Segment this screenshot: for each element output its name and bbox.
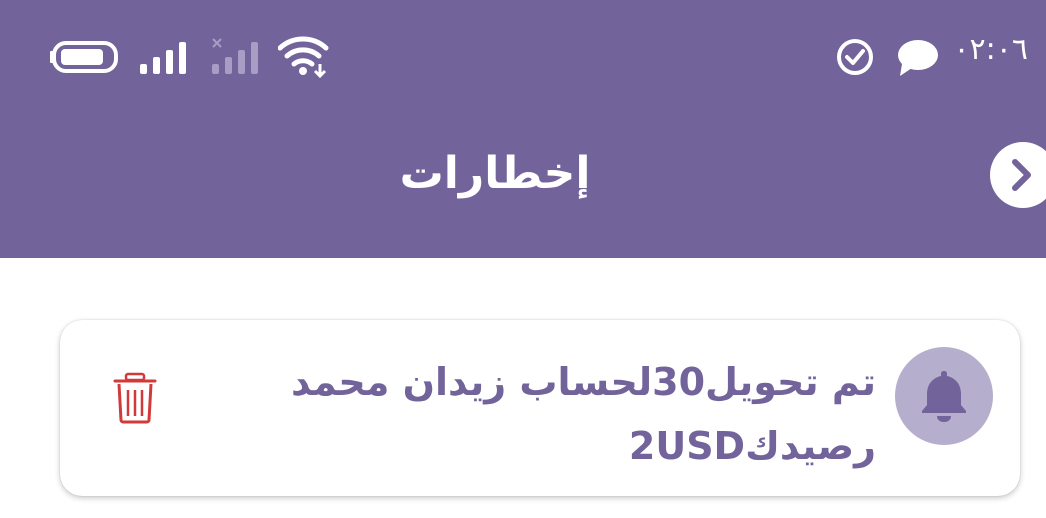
delete-button[interactable]	[112, 372, 158, 424]
notification-message: تم تحويل30لحساب زيدان محمد رصيدك2USD	[291, 360, 876, 468]
notification-avatar	[895, 347, 993, 445]
chat-bubble-icon	[896, 38, 940, 82]
chevron-right-icon	[1012, 159, 1031, 191]
signal-icon	[140, 40, 188, 78]
bell-icon	[922, 371, 966, 422]
status-time: ٠٢:٠٦	[953, 32, 1028, 67]
wifi-icon	[277, 36, 330, 82]
notification-card[interactable]: تم تحويل30لحساب زيدان محمد رصيدك2USD	[60, 320, 1020, 496]
signal-sim2-icon	[210, 38, 262, 78]
battery-icon	[50, 40, 122, 78]
check-circle-icon	[835, 37, 875, 81]
back-button[interactable]	[990, 142, 1046, 208]
app-header: ٠٢:٠٦ إخطارات	[0, 0, 1046, 258]
trash-icon	[113, 372, 157, 424]
page-title: إخطارات	[399, 148, 591, 199]
